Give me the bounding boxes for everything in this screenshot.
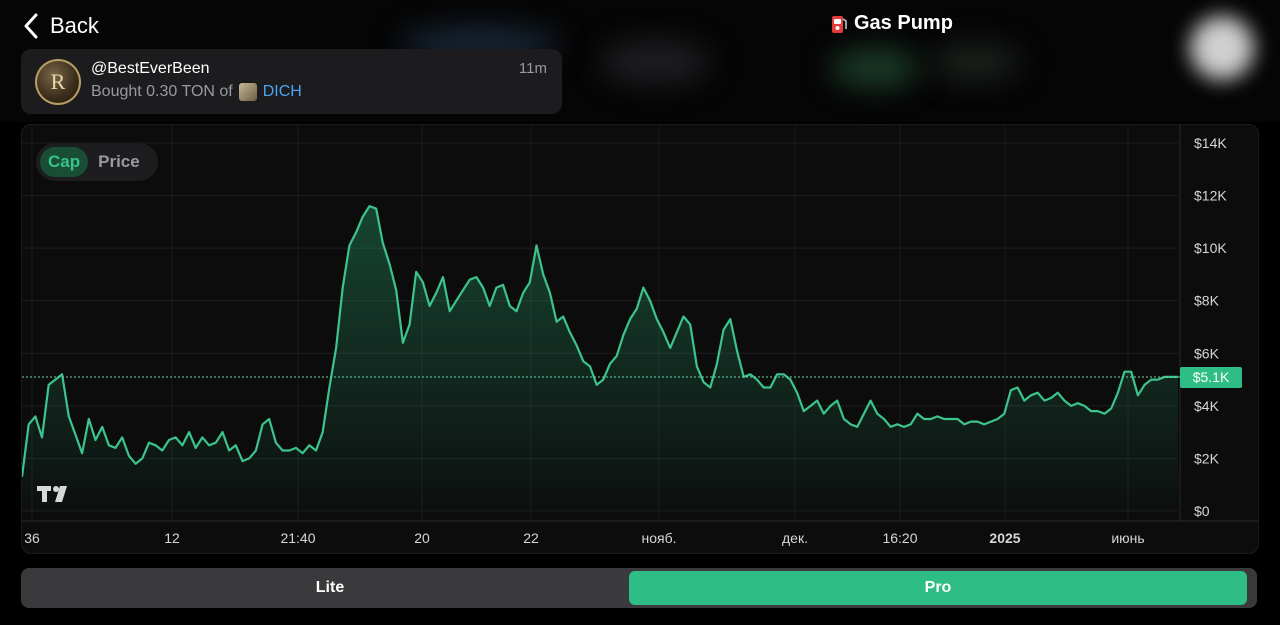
y-tick-label: $6K (1194, 345, 1220, 361)
cap-price-toggle[interactable]: Cap Price (36, 143, 158, 181)
back-label: Back (50, 13, 99, 38)
y-tick-label: $10K (1194, 240, 1227, 256)
lite-button[interactable]: Lite (24, 571, 636, 605)
y-tick-label: $14K (1194, 135, 1227, 151)
token-icon (238, 83, 257, 101)
mode-switch[interactable]: Lite Pro (21, 568, 1257, 608)
page-title-text: Gas Pump (854, 12, 953, 34)
y-tick-label: $0 (1194, 503, 1210, 519)
price-tab[interactable]: Price (90, 147, 148, 177)
gas-pump-icon (832, 15, 847, 33)
y-tick-label: $8K (1194, 293, 1220, 309)
notification-action: Bought 0.30 TON of DICH (91, 83, 302, 101)
cap-tab[interactable]: Cap (40, 147, 89, 177)
y-tick-label: $4K (1194, 398, 1220, 414)
y-tick-label: $12K (1194, 188, 1227, 204)
x-tick-label: июнь (1111, 530, 1144, 546)
x-tick-label: 20 (414, 530, 430, 546)
blurred-background-shape (930, 44, 1020, 80)
x-tick-label: 36 (24, 530, 40, 546)
page-title: Gas Pump (830, 12, 953, 35)
back-button[interactable]: Back (24, 12, 99, 40)
x-tick-label: 16:20 (882, 530, 917, 546)
chart-canvas: $0 $2K $4K $6K $8K $10K $12K $14K 36 12 21:40 20 22… (22, 125, 1258, 546)
x-tick-label: нояб. (641, 530, 676, 546)
x-tick-label: 12 (164, 530, 180, 546)
y-tick-label: $2K (1194, 450, 1220, 466)
x-tick-label: 22 (523, 530, 539, 546)
blurred-background-shape (600, 40, 710, 84)
chevron-left-icon (24, 13, 38, 39)
blurred-background-shape (830, 48, 920, 88)
blurred-avatar-shape (1190, 16, 1254, 80)
tradingview-logo[interactable] (36, 483, 76, 505)
avatar-letter: R (50, 69, 66, 94)
price-chart[interactable]: $0 $2K $4K $6K $8K $10K $12K $14K 36 12 21:40 20 22… (21, 124, 1259, 554)
notification-time: 11m (518, 60, 547, 77)
x-tick-label: 21:40 (280, 530, 315, 546)
avatar: R (35, 59, 81, 105)
token-link[interactable]: DICH (263, 83, 302, 101)
current-price-label: $5.1K (1180, 366, 1242, 388)
notification-user: @BestEverBeen (91, 60, 210, 77)
trade-notification[interactable]: R @BestEverBeen 11m Bought 0.30 TON of D… (21, 49, 562, 114)
notification-action-text: Bought 0.30 TON of (91, 83, 233, 100)
x-tick-label: дек. (782, 530, 808, 546)
x-tick-label: 2025 (989, 530, 1020, 546)
pro-button[interactable]: Pro (629, 571, 1247, 605)
